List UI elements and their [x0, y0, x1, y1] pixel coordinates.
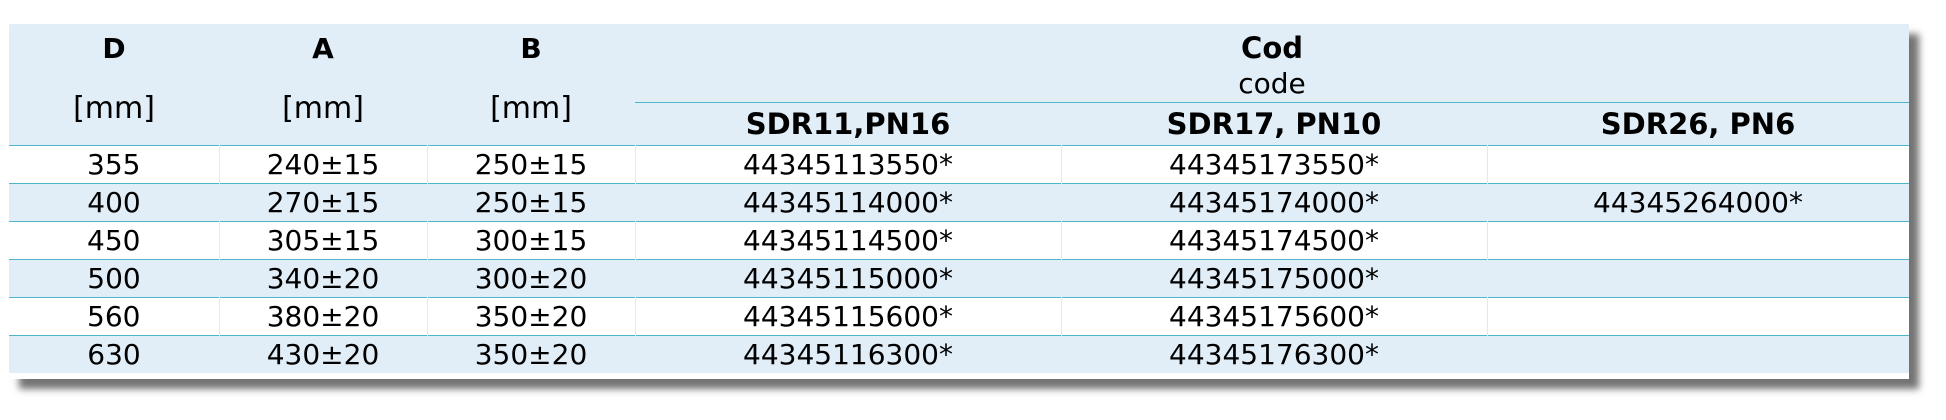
cell-sdr26	[1487, 297, 1910, 336]
table-row: 560 380±20 350±20 44345115600* 443451756…	[9, 297, 1910, 336]
cell-d: 630	[9, 335, 219, 373]
cell-d: 560	[9, 297, 220, 336]
header-d-unit: [mm]	[9, 72, 219, 146]
header-cod-title: Cod	[1241, 31, 1303, 65]
cell-sdr17: 44345174500*	[1061, 221, 1488, 260]
header-b-unit: [mm]	[427, 72, 635, 146]
cell-a: 240±15	[219, 145, 428, 184]
cell-sdr26	[1487, 145, 1910, 184]
cell-sdr11: 44345114500*	[635, 221, 1062, 260]
cell-d: 450	[9, 221, 220, 260]
cell-sdr17: 44345175000*	[1061, 259, 1487, 298]
cell-b: 250±15	[427, 183, 635, 222]
cell-b: 350±20	[427, 335, 635, 373]
cell-sdr17: 44345176300*	[1061, 335, 1487, 373]
header-b: B	[427, 24, 635, 72]
cell-sdr11: 44345114000*	[635, 183, 1061, 222]
table-row: 450 305±15 300±15 44345114500* 443451745…	[9, 221, 1910, 260]
header-d: D	[9, 24, 219, 72]
cell-a: 270±15	[219, 183, 427, 222]
header-a-unit: [mm]	[219, 72, 427, 146]
cell-sdr26	[1487, 335, 1910, 373]
cell-a: 380±20	[219, 297, 428, 336]
cell-a: 430±20	[219, 335, 427, 373]
cell-sdr11: 44345113550*	[635, 145, 1062, 184]
cell-sdr11: 44345115600*	[635, 297, 1062, 336]
table-row: 400 270±15 250±15 44345114000* 443451740…	[9, 183, 1910, 222]
cell-b: 350±20	[427, 297, 636, 336]
cell-a: 340±20	[219, 259, 427, 298]
table-row: 630 430±20 350±20 44345116300* 443451763…	[9, 335, 1910, 373]
cell-sdr17: 44345174000*	[1061, 183, 1487, 222]
product-code-table: D A B Cod code [mm] [mm] [mm] SDR11,PN16…	[9, 24, 1910, 373]
header-a: A	[219, 24, 427, 72]
cell-d: 355	[9, 145, 220, 184]
cell-sdr26: 44345264000*	[1487, 183, 1910, 222]
cell-sdr17: 44345175600*	[1061, 297, 1488, 336]
header-cod-subtitle: code	[1238, 67, 1306, 100]
cell-a: 305±15	[219, 221, 428, 260]
header-sdr11: SDR11,PN16	[635, 102, 1061, 146]
header-row-letters: D A B Cod code	[9, 24, 1910, 103]
cell-sdr11: 44345115000*	[635, 259, 1061, 298]
table-row: 355 240±15 250±15 44345113550* 443451735…	[9, 145, 1910, 184]
cell-d: 500	[9, 259, 219, 298]
cell-b: 300±15	[427, 221, 636, 260]
cell-sdr26	[1487, 221, 1910, 260]
cell-sdr17: 44345173550*	[1061, 145, 1488, 184]
header-cod-cell: Cod code	[635, 24, 1910, 103]
table-row: 500 340±20 300±20 44345115000* 443451750…	[9, 259, 1910, 298]
cell-sdr26	[1487, 259, 1910, 298]
header-sdr17: SDR17, PN10	[1061, 102, 1487, 146]
cell-b: 250±15	[427, 145, 636, 184]
header-sdr26: SDR26, PN6	[1487, 102, 1910, 146]
cell-b: 300±20	[427, 259, 635, 298]
cell-sdr11: 44345116300*	[635, 335, 1061, 373]
product-code-table-card: D A B Cod code [mm] [mm] [mm] SDR11,PN16…	[9, 24, 1910, 379]
cell-d: 400	[9, 183, 219, 222]
